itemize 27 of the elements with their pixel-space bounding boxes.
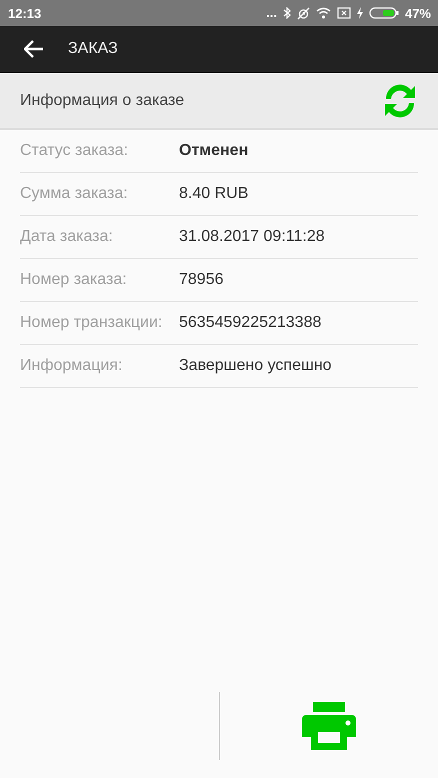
more-notifications: ... [266,8,277,18]
clock-time: 12:13 [8,6,42,20]
battery-percent: 47% [404,6,431,20]
print-button[interactable] [302,702,356,750]
field-label: Статус заказа: [20,142,130,160]
screen-title: ЗАКАЗ [68,40,118,58]
bluetooth-icon [282,7,291,19]
field-label: Номер транзакции: [20,314,164,332]
field-value: 8.40 RUB [179,185,248,203]
no-sim-icon [336,7,351,19]
charging-icon [356,7,363,19]
battery-icon [368,7,399,19]
field-value: 5635459225213388 [179,314,322,332]
back-button[interactable] [24,40,44,58]
field-value: 31.08.2017 09:11:28 [179,228,325,246]
field-value: Завершено успешно [179,357,332,375]
field-label: Информация: [20,357,124,375]
field-label: Дата заказа: [20,228,114,246]
wifi-icon [316,7,331,19]
field-value: Отменен [179,142,248,160]
printer-icon [302,702,356,750]
section-title: Информация о заказе [20,92,184,110]
muted-alarm-icon [296,6,310,20]
field-label: Номер заказа: [20,271,128,289]
field-label: Сумма заказа: [20,185,129,203]
field-value: 78956 [179,271,224,289]
back-arrow-icon [24,40,44,58]
